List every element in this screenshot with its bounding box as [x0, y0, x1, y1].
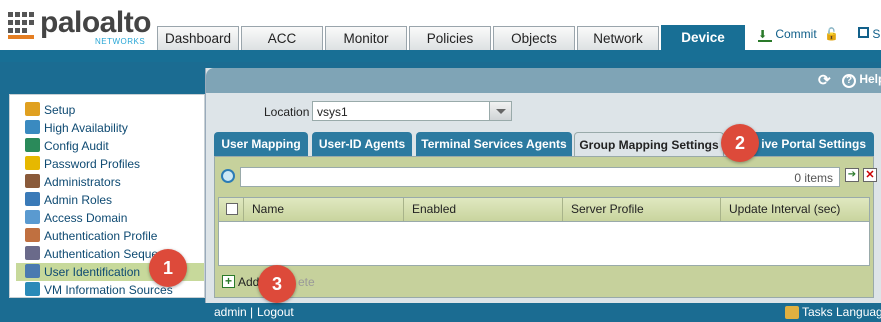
sidebar-item-setup[interactable]: Setup	[16, 101, 204, 119]
commit-label: Commit	[775, 27, 817, 41]
commit-icon: ⬇	[758, 30, 772, 42]
brand-name: paloalto	[40, 6, 152, 39]
tab-user-id-agents[interactable]: User-ID Agents	[312, 132, 412, 156]
language-button[interactable]: Language	[836, 305, 881, 319]
administrators-icon	[25, 174, 40, 188]
top-blue-bar	[0, 50, 881, 62]
callout-badge-1: 1	[149, 249, 187, 287]
add-icon[interactable]: +	[222, 275, 235, 288]
setup-icon	[25, 102, 40, 116]
admin-roles-icon	[25, 192, 40, 206]
status-bar: admin | Logout Tasks Language	[205, 303, 881, 322]
sidebar-item-label: Admin Roles	[44, 193, 113, 207]
help-button[interactable]: ? Help	[842, 72, 881, 88]
content-header: ⟳ ? Help	[206, 68, 881, 93]
main-content: ⟳ ? Help Location vsys1 User Mapping Use…	[205, 68, 881, 322]
item-count: 0 items	[794, 171, 833, 185]
callout-badge-2: 2	[721, 124, 759, 162]
sidebar-item-authentication-profile[interactable]: Authentication Profile	[16, 227, 204, 245]
sidebar-item-label: Config Audit	[44, 139, 109, 153]
refresh-icon[interactable]: ⟳	[818, 71, 831, 89]
paloalto-mark-icon	[8, 12, 34, 39]
tab-acc[interactable]: ACC	[241, 26, 323, 50]
tab-dashboard[interactable]: Dashboard	[157, 26, 239, 50]
column-header-server-profile[interactable]: Server Profile	[562, 198, 720, 221]
brand-sub: NETWORKS	[95, 37, 146, 46]
tab-terminal-services-agents[interactable]: Terminal Services Agents	[416, 132, 572, 156]
logout-link[interactable]: Logout	[257, 305, 294, 319]
apply-filter-icon[interactable]: ➔	[845, 168, 859, 182]
user-identification-icon	[25, 264, 40, 278]
location-label: Location	[264, 105, 310, 119]
column-header-update-interval[interactable]: Update Interval (sec)	[720, 198, 870, 221]
vm-information-sources-icon	[25, 282, 40, 296]
sidebar-item-label: Access Domain	[44, 211, 128, 225]
help-icon: ?	[842, 74, 856, 88]
separator: |	[250, 305, 254, 319]
lock-icon[interactable]: 🔓	[824, 27, 839, 41]
column-header-name[interactable]: Name	[243, 198, 403, 221]
clear-filter-icon[interactable]: ✕	[863, 168, 877, 182]
tab-monitor[interactable]: Monitor	[325, 26, 407, 50]
table-body	[218, 222, 870, 266]
access-domain-icon	[25, 210, 40, 224]
high-availability-icon	[25, 120, 40, 134]
tab-objects[interactable]: Objects	[493, 26, 575, 50]
sidebar-item-label: User Identification	[44, 265, 141, 279]
authentication-profile-icon	[25, 228, 40, 242]
sidebar-item-administrators[interactable]: Administrators	[16, 173, 204, 191]
password-profiles-icon	[25, 156, 40, 170]
sidebar-item-label: VM Information Sources	[44, 283, 173, 297]
sidebar-item-config-audit[interactable]: Config Audit	[16, 137, 204, 155]
save-icon	[858, 27, 869, 38]
chevron-down-icon[interactable]	[489, 102, 511, 120]
location-select[interactable]: vsys1	[312, 101, 512, 121]
search-input[interactable]: 0 items	[240, 167, 840, 187]
tab-group-mapping-settings[interactable]: Group Mapping Settings	[574, 132, 724, 156]
tab-policies[interactable]: Policies	[409, 26, 491, 50]
user-name: admin	[214, 305, 247, 319]
callout-badge-3: 3	[258, 265, 296, 303]
sidebar-item-high-availability[interactable]: High Availability	[16, 119, 204, 137]
column-header-enabled[interactable]: Enabled	[403, 198, 563, 221]
tab-device[interactable]: Device	[661, 25, 745, 51]
tab-user-mapping[interactable]: User Mapping	[214, 132, 308, 156]
config-audit-icon	[25, 138, 40, 152]
sidebar-item-label: Setup	[44, 103, 76, 117]
save-label: S	[872, 27, 881, 41]
delete-button[interactable]: ete	[298, 275, 315, 289]
location-value: vsys1	[317, 105, 348, 119]
sidebar-item-label: Authentication Profile	[44, 229, 158, 243]
add-button[interactable]: Add	[238, 275, 259, 289]
help-label: Help	[859, 72, 881, 86]
authentication-sequence-icon	[25, 246, 40, 260]
sidebar-item-password-profiles[interactable]: Password Profiles	[16, 155, 204, 173]
sidebar-item-label: Password Profiles	[44, 157, 141, 171]
save-button[interactable]: S	[858, 27, 880, 41]
tab-network[interactable]: Network	[577, 26, 659, 50]
sidebar-item-admin-roles[interactable]: Admin Roles	[16, 191, 204, 209]
paloalto-logo: paloalto NETWORKS	[6, 6, 156, 48]
sidebar-item-label: High Availability	[44, 121, 128, 135]
commit-button[interactable]: ⬇ Commit	[758, 27, 817, 42]
tasks-icon	[785, 306, 799, 319]
select-all-checkbox[interactable]	[226, 203, 238, 215]
tasks-button[interactable]: Tasks	[802, 305, 833, 319]
sidebar-item-label: Administrators	[44, 175, 121, 189]
search-icon	[221, 169, 235, 183]
table-header: Name Enabled Server Profile Update Inter…	[218, 197, 870, 222]
sidebar-item-access-domain[interactable]: Access Domain	[16, 209, 204, 227]
